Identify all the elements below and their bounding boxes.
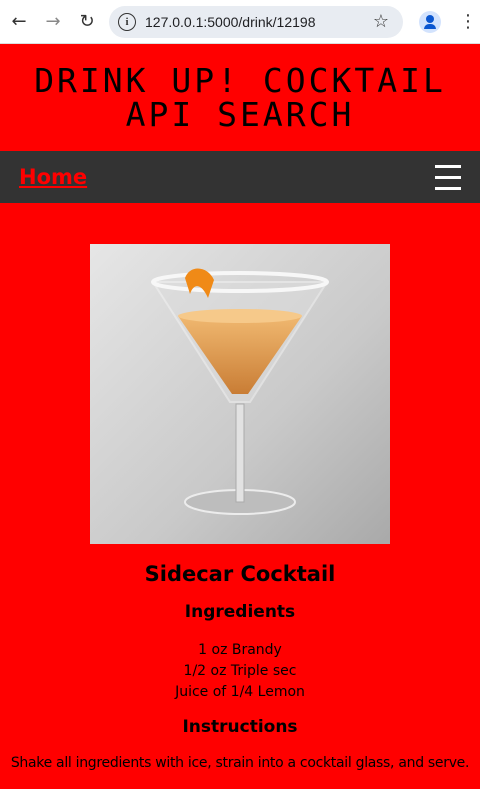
home-link[interactable]: Home [19, 165, 87, 189]
more-menu-icon[interactable]: ⋮ [459, 12, 477, 31]
instructions-heading: Instructions [182, 717, 298, 737]
browser-toolbar: ← → ↻ i 127.0.0.1:5000/drink/12198 ☆ ⋮ [0, 0, 480, 44]
ingredients-heading: Ingredients [184, 602, 296, 622]
forward-arrow-icon[interactable]: → [41, 10, 65, 34]
profile-icon[interactable] [419, 10, 441, 33]
navbar: Home [0, 151, 480, 203]
ingredients-list: 1 oz Brandy 1/2 oz Triple sec Juice of 1… [0, 640, 480, 703]
ingredient-item: 1/2 oz Triple sec [183, 663, 297, 679]
address-bar[interactable]: i 127.0.0.1:5000/drink/12198 ☆ [109, 5, 403, 38]
site-header: DRINK UP! COCKTAIL API SEARCH [0, 44, 480, 151]
drink-detail: Sidecar Cocktail Ingredients 1 oz Brandy… [0, 244, 480, 771]
url-text[interactable]: 127.0.0.1:5000/drink/12198 [145, 14, 315, 30]
drink-name: Sidecar Cocktail [144, 562, 336, 586]
hamburger-menu-icon[interactable] [435, 164, 461, 190]
site-title-line-1: DRINK UP! COCKTAIL [34, 60, 446, 100]
drink-image [90, 244, 390, 544]
ingredient-item: 1 oz Brandy [198, 642, 282, 658]
cocktail-glass-illustration [90, 244, 390, 544]
ingredient-item: Juice of 1/4 Lemon [175, 684, 305, 700]
reload-icon[interactable]: ↻ [75, 10, 99, 34]
info-icon[interactable]: i [118, 12, 136, 31]
back-arrow-icon[interactable]: ← [7, 10, 31, 34]
star-icon[interactable]: ☆ [373, 11, 389, 32]
instructions-text: Shake all ingredients with ice, strain i… [10, 755, 470, 771]
site-title-line-2: API SEARCH [125, 94, 355, 134]
